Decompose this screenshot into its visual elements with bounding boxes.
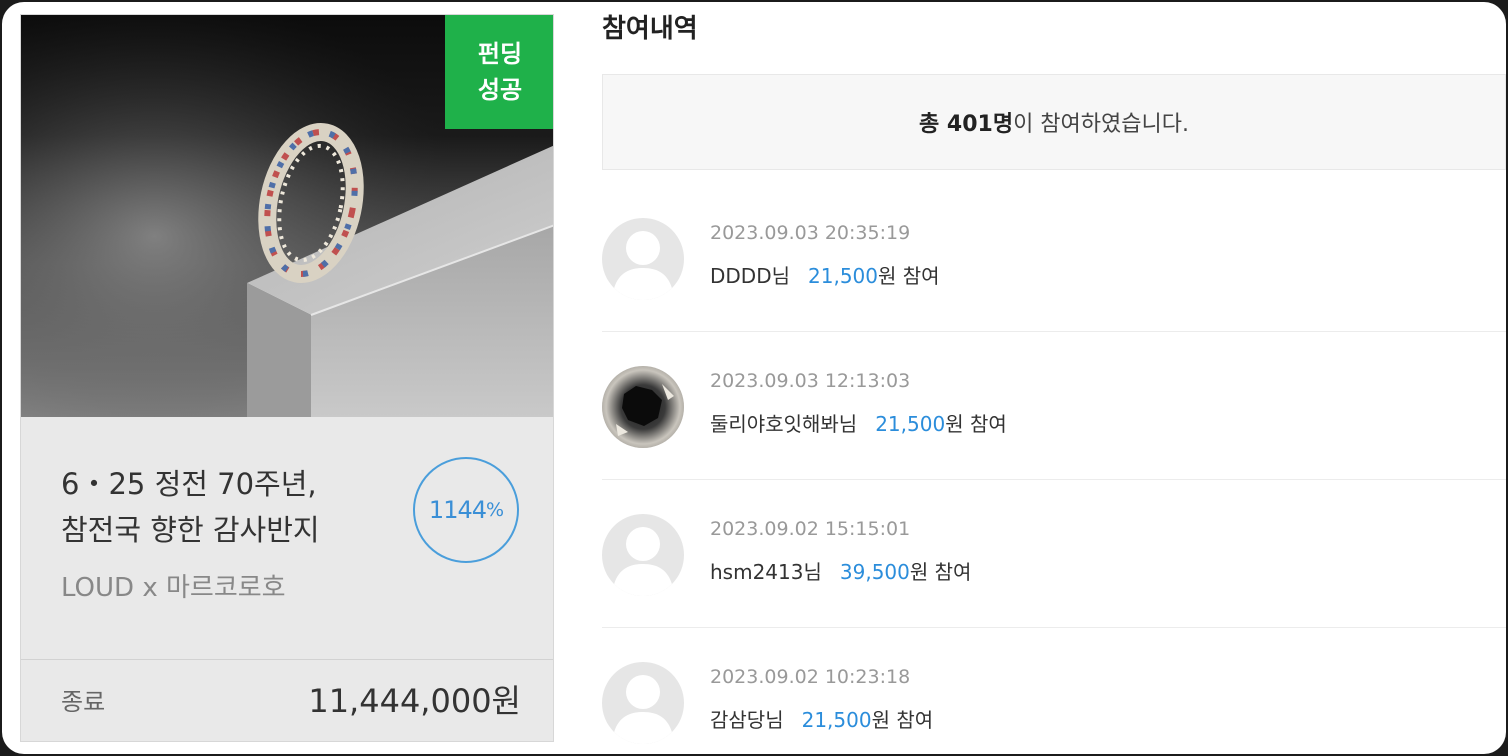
section-title: 참여내역 — [602, 14, 698, 44]
person-silhouette-icon — [602, 662, 684, 744]
project-title[interactable]: 6・25 정전 70주년, 참전국 향한 감사반지 — [61, 461, 401, 553]
participation-detail: DDDD님 21,500원 참여 — [710, 260, 940, 289]
total-funded-amount: 11,444,000원 — [308, 682, 521, 720]
badge-line-1: 펀딩 — [477, 40, 523, 68]
project-brand: LOUD x 마르코로호 — [61, 573, 286, 603]
participant-name: 둘리야호잇해봐님 — [710, 412, 858, 436]
funding-success-badge: 펀딩 성공 — [445, 15, 553, 129]
card-info: 6・25 정전 70주년, 참전국 향한 감사반지 LOUD x 마르코로호 1… — [21, 417, 553, 657]
participation-detail: hsm2413님 39,500원 참여 — [710, 556, 971, 585]
product-image: 펀딩 성공 — [21, 15, 553, 417]
screenshot-frame: 펀딩 성공 6・25 정전 70주년, 참전국 향한 감사반지 LOUD x 마… — [2, 2, 1506, 754]
project-title-line-1: 6・25 정전 70주년, — [61, 467, 317, 501]
achievement-rate-circle: 1144% — [413, 457, 519, 563]
participant-name: DDDD님 — [710, 264, 791, 288]
person-silhouette-icon — [602, 514, 684, 596]
participation-suffix: 원 참여 — [878, 264, 940, 288]
participation-amount: 21,500 — [808, 264, 878, 288]
participation-detail: 감삼당님 21,500원 참여 — [710, 704, 933, 733]
participation-panel: 참여내역 총 401명 이 참여하였습니다. 2023.09.03 20:35:1… — [602, 2, 1506, 754]
participation-suffix: 원 참여 — [871, 708, 934, 732]
participant-count: 총 401명 — [919, 112, 1014, 137]
achievement-rate-unit: % — [486, 499, 504, 521]
participant-name: 감삼당님 — [710, 708, 784, 732]
person-silhouette-icon — [602, 218, 684, 300]
participant-summary: 총 401명 이 참여하였습니다. — [602, 74, 1506, 170]
participation-amount: 21,500 — [801, 708, 872, 732]
badge-line-2: 성공 — [477, 76, 523, 104]
participant-summary-text: 이 참여하였습니다. — [1013, 112, 1189, 137]
participation-detail: 둘리야호잇해봐님 21,500원 참여 — [710, 408, 1007, 437]
participant-row: 2023.09.02 10:23:18 감삼당님 21,500원 참여 — [602, 628, 1506, 754]
participation-amount: 21,500 — [875, 412, 946, 436]
participant-row: 2023.09.03 20:35:19 DDDD님 21,500원 참여 — [602, 184, 1506, 332]
participation-time: 2023.09.02 10:23:18 — [710, 666, 911, 688]
achievement-rate-value: 1144 — [428, 496, 487, 524]
project-card[interactable]: 펀딩 성공 6・25 정전 70주년, 참전국 향한 감사반지 LOUD x 마… — [20, 14, 554, 742]
participation-time: 2023.09.03 20:35:19 — [710, 222, 911, 244]
participant-row: 2023.09.02 15:15:01 hsm2413님 39,500원 참여 — [602, 480, 1506, 628]
participation-time: 2023.09.03 12:13:03 — [710, 370, 911, 392]
user-photo-avatar — [602, 366, 684, 448]
funding-status: 종료 — [61, 688, 106, 716]
project-title-line-2: 참전국 향한 감사반지 — [61, 513, 320, 547]
participation-suffix: 원 참여 — [945, 412, 1007, 436]
participation-suffix: 원 참여 — [909, 560, 972, 584]
participation-time: 2023.09.02 15:15:01 — [710, 518, 911, 540]
participation-amount: 39,500 — [839, 560, 910, 584]
participant-name: hsm2413님 — [710, 560, 822, 584]
participant-row: 2023.09.03 12:13:03 둘리야호잇해봐님 21,500원 참여 — [602, 332, 1506, 480]
card-footer: 종료 11,444,000원 — [21, 659, 553, 741]
